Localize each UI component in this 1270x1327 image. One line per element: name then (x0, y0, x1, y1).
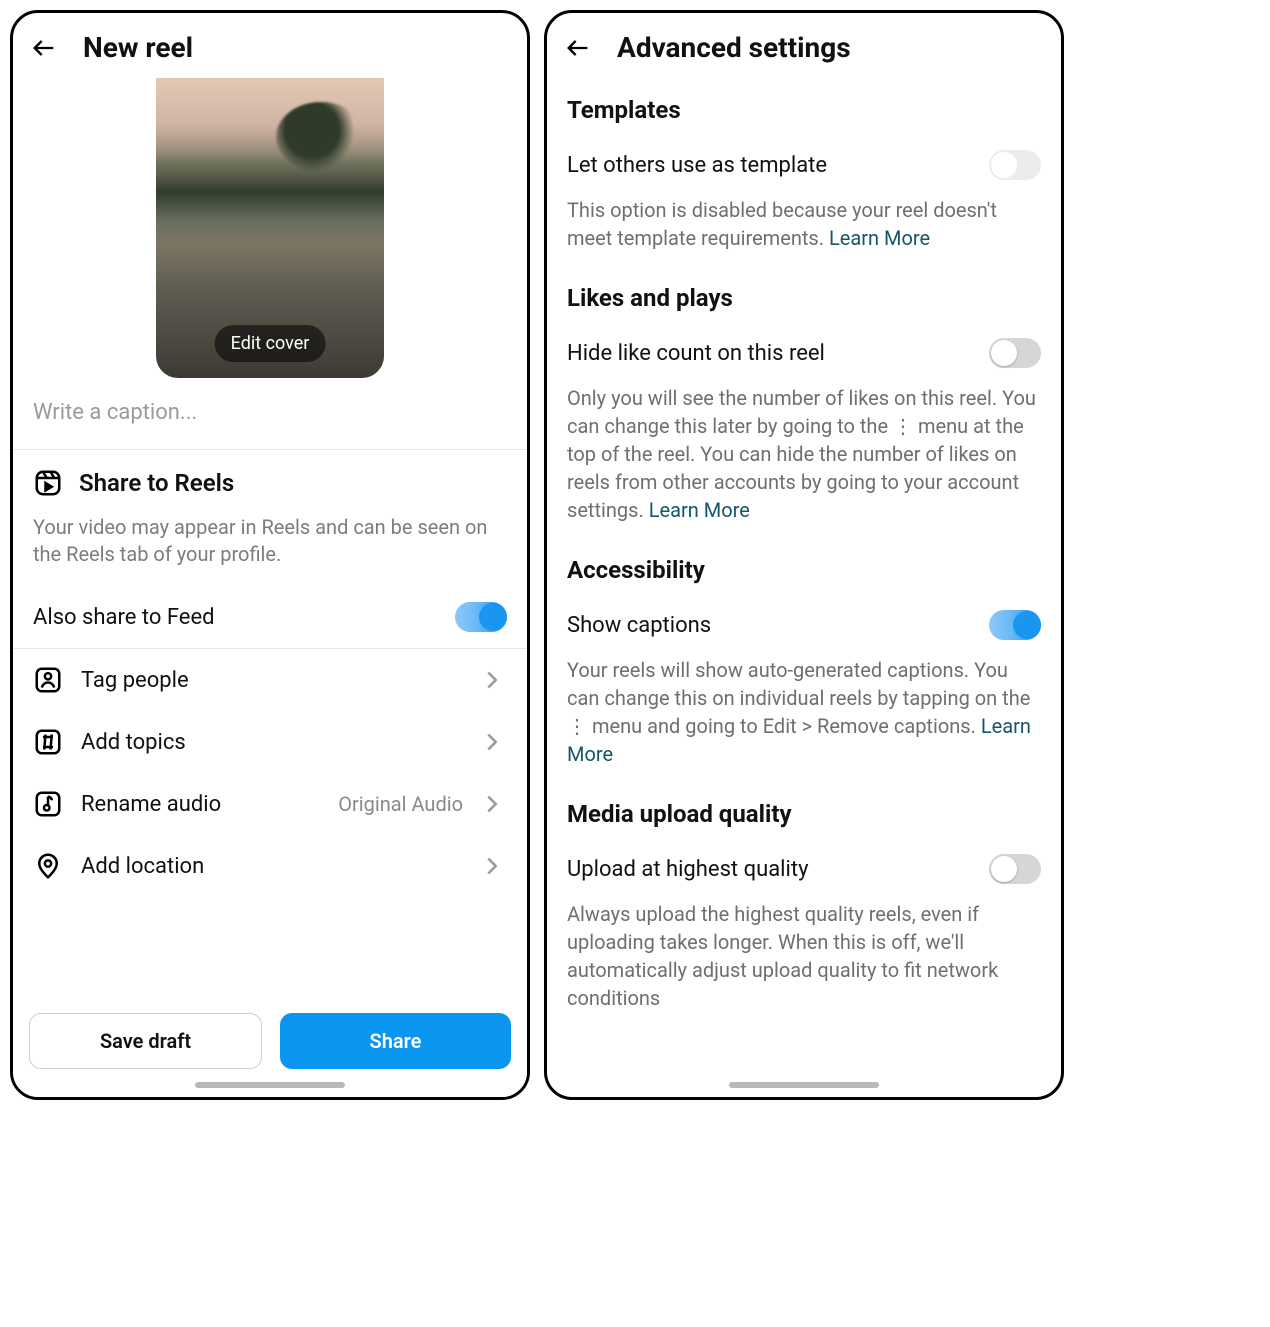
screen-new-reel: New reel Edit cover Write a caption... S… (10, 10, 530, 1100)
settings-scroll[interactable]: Templates Let others use as template Thi… (547, 74, 1061, 1097)
template-learn-more[interactable]: Learn More (829, 226, 930, 250)
hide-likes-row[interactable]: Hide like count on this reel (547, 320, 1061, 374)
share-to-reels-helper: Your video may appear in Reels and can b… (13, 504, 527, 586)
media-heading: Media upload quality (547, 778, 1061, 836)
accessibility-heading: Accessibility (547, 534, 1061, 592)
upload-quality-desc: Always upload the highest quality reels,… (547, 890, 1061, 1022)
template-row-label: Let others use as template (567, 153, 827, 178)
rename-audio-row[interactable]: Rename audio Original Audio (13, 773, 527, 835)
show-captions-desc: Your reels will show auto-generated capt… (547, 646, 1061, 778)
likes-heading: Likes and plays (547, 262, 1061, 320)
hide-likes-toggle[interactable] (989, 338, 1041, 368)
back-icon[interactable] (563, 33, 593, 63)
save-draft-button[interactable]: Save draft (29, 1013, 262, 1069)
also-share-feed-toggle[interactable] (455, 602, 507, 632)
rename-audio-value: Original Audio (338, 792, 463, 816)
tag-people-label: Tag people (81, 668, 189, 693)
template-desc: This option is disabled because your ree… (547, 186, 1061, 262)
back-icon[interactable] (29, 33, 59, 63)
also-share-feed-label: Also share to Feed (33, 605, 215, 630)
add-location-label: Add location (81, 854, 204, 879)
hide-likes-label: Hide like count on this reel (567, 341, 825, 366)
location-icon (33, 851, 63, 881)
templates-heading: Templates (547, 74, 1061, 132)
add-location-row[interactable]: Add location (13, 835, 527, 897)
share-to-reels-section: Share to Reels (13, 450, 527, 504)
page-title: New reel (83, 31, 193, 64)
audio-icon (33, 789, 63, 819)
hide-likes-desc: Only you will see the number of likes on… (547, 374, 1061, 534)
rename-audio-label: Rename audio (81, 792, 221, 817)
edit-cover-button[interactable]: Edit cover (215, 325, 326, 362)
person-icon (33, 665, 63, 695)
chevron-right-icon (477, 851, 507, 881)
reels-icon (33, 468, 63, 498)
share-to-reels-title: Share to Reels (79, 469, 234, 497)
show-captions-row[interactable]: Show captions (547, 592, 1061, 646)
add-topics-row[interactable]: Add topics (13, 711, 527, 773)
home-indicator (195, 1082, 345, 1088)
screen-advanced-settings: Advanced settings Templates Let others u… (544, 10, 1064, 1100)
upload-quality-toggle[interactable] (989, 854, 1041, 884)
also-share-feed-row[interactable]: Also share to Feed (13, 586, 527, 648)
header: Advanced settings (547, 13, 1061, 74)
footer-actions: Save draft Share (13, 999, 527, 1097)
hashtag-icon (33, 727, 63, 757)
chevron-right-icon (477, 727, 507, 757)
template-toggle (989, 150, 1041, 180)
tag-people-row[interactable]: Tag people (13, 649, 527, 711)
template-row: Let others use as template (547, 132, 1061, 186)
header: New reel (13, 13, 527, 74)
chevron-right-icon (477, 665, 507, 695)
share-button[interactable]: Share (280, 1013, 511, 1069)
caption-input[interactable]: Write a caption... (13, 378, 527, 449)
upload-quality-label: Upload at highest quality (567, 857, 808, 882)
likes-learn-more[interactable]: Learn More (649, 498, 750, 522)
chevron-right-icon (477, 789, 507, 819)
cover-preview[interactable]: Edit cover (13, 74, 527, 378)
home-indicator (729, 1082, 879, 1088)
upload-quality-row[interactable]: Upload at highest quality (547, 836, 1061, 890)
show-captions-label: Show captions (567, 613, 711, 638)
page-title: Advanced settings (617, 31, 851, 64)
show-captions-toggle[interactable] (989, 610, 1041, 640)
add-topics-label: Add topics (81, 730, 186, 755)
